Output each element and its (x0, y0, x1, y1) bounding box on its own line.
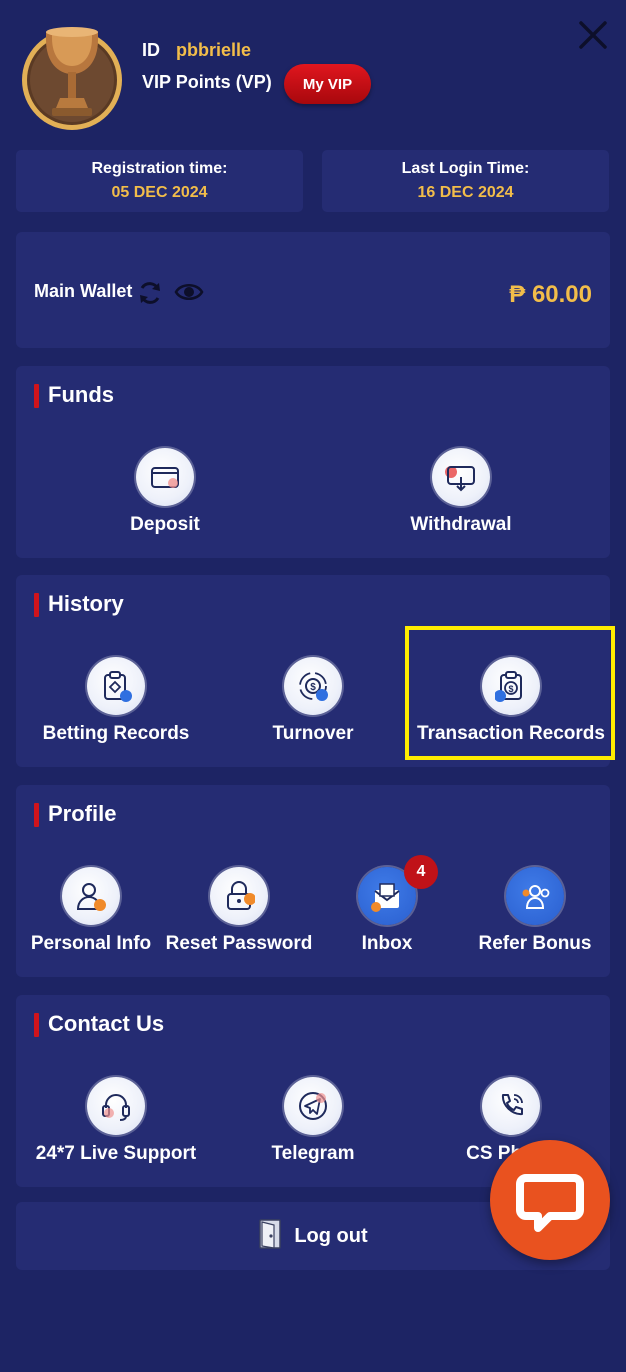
personal-info-button[interactable]: Personal Info (26, 867, 156, 955)
user-icon (62, 867, 120, 925)
svg-text:$: $ (310, 682, 316, 693)
clipboard-icon (87, 657, 145, 715)
turnover-button[interactable]: $ Turnover (253, 657, 373, 745)
personal-info-label: Personal Info (30, 933, 152, 954)
telegram-label: Telegram (271, 1143, 355, 1164)
main-wallet-amount: ₱ 60.00 (509, 281, 592, 308)
vip-trophy-avatar (22, 22, 122, 134)
withdrawal-card-icon (432, 448, 490, 506)
contact-title: Contact Us (34, 1011, 164, 1037)
withdrawal-button[interactable]: Withdrawal (401, 448, 521, 536)
refresh-icon[interactable] (137, 280, 163, 306)
telegram-button[interactable]: Telegram (253, 1077, 373, 1165)
profile-title: Profile (34, 801, 116, 827)
last-login-label: Last Login Time: (401, 160, 530, 177)
last-login-value: 16 DEC 2024 (417, 184, 514, 201)
deposit-card-icon (136, 448, 194, 506)
turnover-coin-icon: $ (284, 657, 342, 715)
user-id-value: pbbrielle (176, 40, 252, 60)
live-support-label: 24*7 Live Support (35, 1143, 197, 1164)
chat-icon[interactable] (490, 1140, 610, 1260)
registration-time-box: Registration time: 05 DEC 2024 (16, 150, 303, 212)
user-id-label: ID (142, 40, 160, 60)
reset-password-button[interactable]: Reset Password (164, 867, 314, 955)
headset-icon (87, 1077, 145, 1135)
registration-time-label: Registration time: (91, 160, 228, 177)
highlight-box (405, 626, 615, 760)
eye-icon[interactable] (174, 280, 204, 304)
inbox-label: Inbox (361, 933, 413, 954)
vip-points-label: VIP Points (VP) (142, 72, 272, 92)
reset-password-label: Reset Password (165, 933, 313, 954)
main-wallet-label: Main Wallet (34, 281, 133, 301)
inbox-unread-badge: 4 (404, 855, 438, 889)
close-icon[interactable] (576, 18, 610, 52)
deposit-button[interactable]: Deposit (105, 448, 225, 536)
refer-bonus-label: Refer Bonus (478, 933, 592, 954)
funds-title: Funds (34, 382, 114, 408)
group-icon (506, 867, 564, 925)
turnover-label: Turnover (272, 723, 354, 744)
telegram-icon (284, 1077, 342, 1135)
deposit-label: Deposit (130, 514, 200, 535)
logout-label: Log out (294, 1224, 368, 1247)
last-login-box: Last Login Time: 16 DEC 2024 (322, 150, 609, 212)
withdrawal-label: Withdrawal (410, 514, 512, 535)
betting-records-button[interactable]: Betting Records (36, 657, 196, 745)
live-support-button[interactable]: 24*7 Live Support (26, 1077, 206, 1165)
logout-door-icon (258, 1218, 284, 1255)
phone-icon (482, 1077, 540, 1135)
refer-bonus-button[interactable]: Refer Bonus (475, 867, 595, 955)
funds-section: Funds Deposit Withdrawal (16, 366, 610, 558)
my-vip-button[interactable]: My VIP (284, 64, 371, 104)
lock-icon (210, 867, 268, 925)
betting-records-label: Betting Records (42, 723, 190, 744)
profile-section: Profile Personal Info Reset Password Inb… (16, 785, 610, 977)
registration-time-value: 05 DEC 2024 (111, 184, 208, 201)
history-title: History (34, 591, 124, 617)
